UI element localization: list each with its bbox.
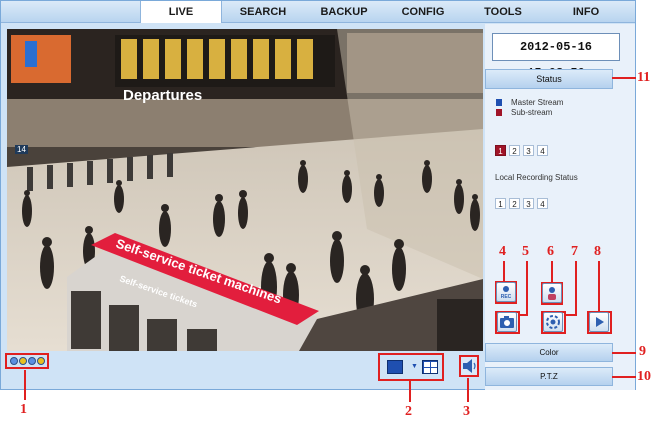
channel-chip-3[interactable]: 3	[523, 145, 534, 156]
callout-line-4	[503, 261, 505, 281]
callout-7: 7	[571, 244, 578, 259]
recording-status-title: Local Recording Status	[495, 173, 578, 182]
quad-view-icon[interactable]	[422, 360, 438, 374]
talk-icon[interactable]	[542, 283, 562, 303]
play-icon[interactable]	[589, 312, 609, 332]
callout-line-8	[598, 261, 600, 311]
channel-chip-4[interactable]: 4	[537, 145, 548, 156]
channel-chip-1[interactable]: 1	[495, 145, 506, 156]
tab-search[interactable]: SEARCH	[222, 1, 304, 23]
recording-chip-3: 3	[523, 198, 534, 209]
callout-4: 4	[499, 244, 506, 259]
callout-2: 2	[405, 404, 412, 419]
status-header[interactable]: Status	[485, 69, 613, 89]
tab-backup[interactable]: BACKUP	[304, 1, 384, 23]
audio-settings-icon[interactable]	[543, 312, 563, 332]
callout-line-2	[409, 380, 411, 402]
callout-8: 8	[594, 244, 601, 259]
platform-sign: 14	[15, 145, 28, 154]
datetime-display: 2012-05-16 15:08:50	[492, 33, 620, 80]
rec-label: REC	[501, 294, 512, 300]
callout-line-11	[612, 77, 636, 79]
recording-chip-2: 2	[509, 198, 520, 209]
indicator-1[interactable]	[9, 357, 18, 365]
sub-stream-swatch	[496, 109, 502, 116]
callout-line-7	[575, 261, 577, 316]
callout-line-5	[526, 261, 528, 316]
tab-info[interactable]: INFO	[544, 1, 628, 23]
layout-dropdown-icon[interactable]: ▼	[411, 363, 418, 370]
master-stream-label: Master Stream	[511, 98, 564, 107]
callout-line-6	[551, 261, 553, 282]
callout-6: 6	[547, 244, 554, 259]
tab-tools[interactable]: TOOLS	[462, 1, 544, 23]
single-view-icon[interactable]	[387, 360, 403, 374]
indicator-2[interactable]	[18, 357, 27, 365]
color-panel-header[interactable]: Color	[485, 343, 613, 362]
callout-11: 11	[637, 70, 651, 85]
video-frame-illustration: Self-service ticket machines Self-servic…	[7, 29, 483, 351]
indicator-3[interactable]	[27, 357, 36, 365]
tab-config[interactable]: CONFIG	[384, 1, 462, 23]
recording-chip-4: 4	[537, 198, 548, 209]
recording-chip-1: 1	[495, 198, 506, 209]
tab-live[interactable]: LIVE	[140, 1, 222, 23]
callout-line-5b	[518, 314, 528, 316]
callout-line-9	[612, 352, 636, 354]
callout-3: 3	[463, 404, 470, 419]
callout-10: 10	[637, 369, 651, 384]
ptz-panel-header[interactable]: P.T.Z	[485, 367, 613, 386]
callout-5: 5	[522, 244, 529, 259]
callout-9: 9	[639, 344, 646, 359]
callout-line-1	[24, 370, 26, 400]
layout-switcher: ▼	[378, 353, 444, 381]
speaker-icon[interactable]	[459, 355, 479, 377]
channel-indicators[interactable]	[5, 353, 49, 369]
dvr-web-client: LIVE SEARCH BACKUP CONFIG TOOLS INFO Sel…	[0, 0, 636, 390]
sub-stream-label: Sub-stream	[511, 108, 553, 117]
indicator-4[interactable]	[36, 357, 45, 365]
top-navigation: LIVE SEARCH BACKUP CONFIG TOOLS INFO	[1, 1, 635, 23]
snapshot-icon[interactable]	[497, 312, 517, 332]
channel-chip-2[interactable]: 2	[509, 145, 520, 156]
live-video-feed[interactable]: Self-service ticket machines Self-servic…	[7, 29, 483, 351]
callout-line-3	[467, 378, 469, 402]
record-icon[interactable]: REC	[496, 282, 516, 302]
master-stream-swatch	[496, 99, 502, 106]
departures-sign: Departures	[123, 87, 203, 104]
callout-line-7b	[565, 314, 577, 316]
callout-line-10	[612, 376, 636, 378]
callout-1: 1	[20, 402, 27, 417]
